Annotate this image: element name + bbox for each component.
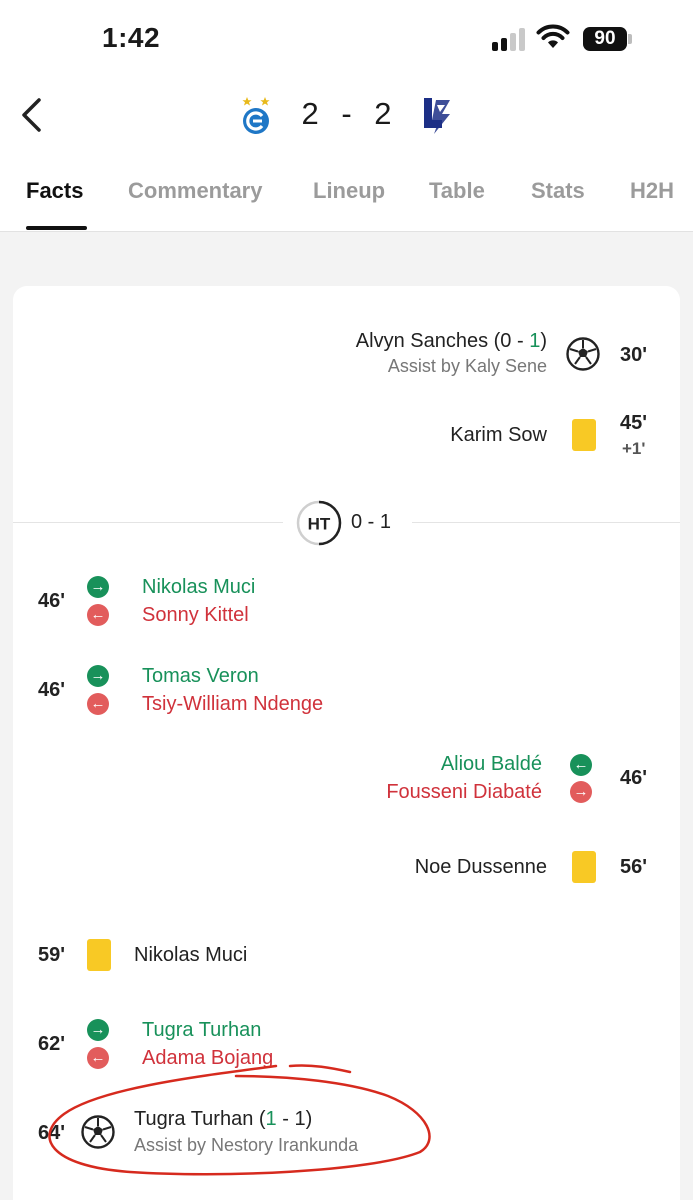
- arrow-right-icon: →: [87, 1019, 109, 1041]
- soccer-ball-icon: [81, 1115, 115, 1149]
- soccer-ball-icon: [566, 337, 600, 371]
- event-minute: 56': [620, 856, 648, 878]
- halftime-score: 0 - 1: [351, 511, 392, 533]
- sub-player-in[interactable]: Nikolas Muci: [142, 576, 255, 599]
- sub-player-out[interactable]: Sonny Kittel: [142, 604, 249, 627]
- arrow-left-icon: ←: [87, 604, 109, 626]
- home-team-crest-icon[interactable]: [238, 96, 274, 136]
- divider: [412, 522, 680, 523]
- event-minute: 46': [620, 767, 648, 789]
- event-minute: 45': [620, 412, 648, 434]
- event-minute: 30': [620, 344, 648, 366]
- svg-text:HT: HT: [308, 515, 331, 534]
- active-tab-indicator: [26, 226, 87, 230]
- arrow-right-icon: →: [87, 665, 109, 687]
- sub-player-out[interactable]: Tsiy-William Ndenge: [142, 693, 323, 716]
- tab-commentary[interactable]: Commentary: [128, 178, 262, 204]
- cellular-signal-icon: [492, 27, 528, 51]
- event-minute: 59': [38, 944, 66, 966]
- goal-scorer: Tugra Turhan (1 - 1): [134, 1108, 313, 1130]
- event-minute: 64': [38, 1122, 66, 1144]
- yellow-card-icon: [572, 419, 596, 451]
- tab-stats[interactable]: Stats: [531, 178, 585, 204]
- goal-assist: Assist by Kaly Sene: [387, 356, 547, 376]
- event-minute: 46': [38, 590, 66, 612]
- score-separator: -: [341, 96, 353, 131]
- arrow-left-icon: ←: [570, 754, 592, 776]
- added-time: +1': [622, 439, 646, 458]
- event-minute: 62': [38, 1033, 66, 1055]
- header: 1:42 90 2 - 2 Facts Commentary Lineup Ta…: [0, 0, 693, 232]
- wifi-icon: [536, 24, 570, 48]
- sub-player-out[interactable]: Adama Bojang: [142, 1047, 273, 1070]
- away-team-crest-icon[interactable]: [420, 96, 454, 136]
- arrow-left-icon: ←: [87, 693, 109, 715]
- arrow-right-icon: →: [570, 781, 592, 803]
- goal-scorer: Alvyn Sanches (0 - 1): [355, 330, 547, 352]
- goal-assist: Assist by Nestory Irankunda: [134, 1135, 359, 1155]
- card-player[interactable]: Nikolas Muci: [134, 944, 247, 967]
- battery-level: 90: [583, 27, 627, 51]
- chevron-left-icon[interactable]: [18, 96, 46, 134]
- sub-player-in[interactable]: Tomas Veron: [142, 665, 259, 688]
- card-player[interactable]: Karim Sow: [450, 424, 547, 447]
- halftime-badge: HT: [296, 500, 342, 546]
- tab-table[interactable]: Table: [429, 178, 485, 204]
- yellow-card-icon: [87, 939, 111, 971]
- sub-player-in[interactable]: Tugra Turhan: [142, 1019, 261, 1042]
- divider: [13, 522, 283, 523]
- yellow-card-icon: [572, 851, 596, 883]
- event-goal-turhan[interactable]: Tugra Turhan (1 - 1) Assist by Nestory I…: [134, 1108, 358, 1156]
- status-time: 1:42: [102, 22, 161, 53]
- sub-player-in[interactable]: Aliou Baldé: [441, 753, 542, 776]
- card-player[interactable]: Noe Dussenne: [415, 856, 547, 879]
- home-score: 2: [301, 96, 320, 131]
- match-score: 2 - 2: [300, 96, 394, 132]
- event-minute: 46': [38, 679, 66, 701]
- away-score: 2: [374, 96, 393, 131]
- arrow-left-icon: ←: [87, 1047, 109, 1069]
- tab-h2h[interactable]: H2H: [630, 178, 674, 204]
- sub-player-out[interactable]: Fousseni Diabaté: [386, 781, 542, 804]
- event-goal-sanches[interactable]: Alvyn Sanches (0 - 1) Assist by Kaly Sen…: [356, 330, 547, 377]
- tab-lineup[interactable]: Lineup: [313, 178, 385, 204]
- battery-cap-icon: [628, 34, 632, 44]
- arrow-right-icon: →: [87, 576, 109, 598]
- tab-facts[interactable]: Facts: [26, 178, 83, 204]
